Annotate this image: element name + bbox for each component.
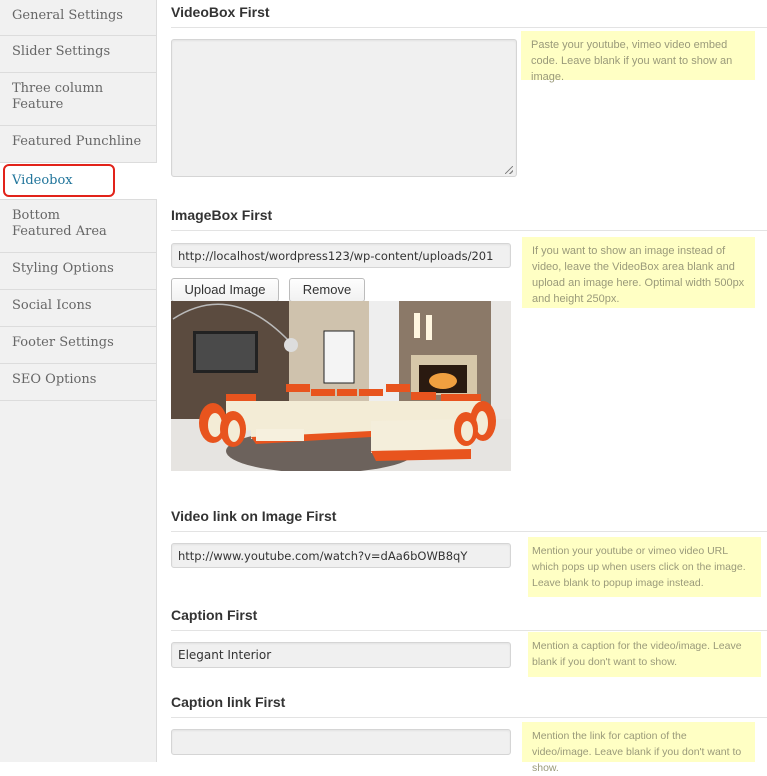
imagebox-help-text: If you want to show an image instead of …	[522, 237, 755, 308]
videobox-embed-textarea[interactable]	[171, 39, 517, 177]
caption-link-help-text: Mention the link for caption of the vide…	[522, 722, 755, 774]
videobox-title: VideoBox First	[171, 4, 270, 20]
imagebox-url-input[interactable]: http://localhost/wordpress123/wp-content…	[171, 243, 511, 268]
options-sidebar: General Settings Slider Settings Three c…	[0, 0, 157, 762]
sidebar-item-seo-options[interactable]: SEO Options	[0, 364, 156, 401]
videobox-help-text: Paste your youtube, vimeo video embed co…	[521, 31, 755, 83]
sidebar-item-general-settings[interactable]: General Settings	[0, 0, 156, 36]
image-preview	[171, 301, 511, 471]
section-divider	[171, 230, 767, 231]
imagebox-title: ImageBox First	[171, 207, 273, 223]
recliner-footrest	[256, 429, 304, 441]
sidebar-item-social-icons[interactable]: Social Icons	[0, 290, 156, 327]
section-divider	[171, 717, 767, 718]
remove-image-button[interactable]: Remove	[289, 278, 365, 302]
sidebar-item-slider-settings[interactable]: Slider Settings	[0, 36, 156, 73]
sidebar-item-footer-settings[interactable]: Footer Settings	[0, 327, 156, 364]
caption-link-title: Caption link First	[171, 694, 286, 710]
sidebar-item-styling-options[interactable]: Styling Options	[0, 253, 156, 290]
resize-handle-icon[interactable]	[505, 166, 513, 174]
sidebar-item-bottom-divider	[0, 200, 156, 253]
wall-art	[323, 330, 355, 384]
video-link-input[interactable]: http://www.youtube.com/watch?v=dAa6bOWB8…	[171, 543, 511, 568]
sidebar-item-featured-punchline[interactable]: Featured Punchline	[0, 126, 156, 163]
caption-title: Caption First	[171, 607, 258, 623]
caption-input[interactable]: Elegant Interior	[171, 642, 511, 668]
interior-photo	[171, 301, 511, 471]
video-link-help-text: Mention your youtube or vimeo video URL …	[528, 537, 761, 597]
section-divider	[171, 630, 767, 631]
sidebar-item-videobox[interactable]: Videobox	[0, 163, 157, 200]
caption-help-text: Mention a caption for the video/image. L…	[528, 632, 761, 677]
video-link-title: Video link on Image First	[171, 508, 337, 524]
sidebar-item-three-column-divider	[0, 73, 156, 126]
upload-image-button[interactable]: Upload Image	[171, 278, 279, 302]
section-divider	[171, 27, 767, 28]
section-divider	[171, 531, 767, 532]
caption-link-input[interactable]	[171, 729, 511, 755]
